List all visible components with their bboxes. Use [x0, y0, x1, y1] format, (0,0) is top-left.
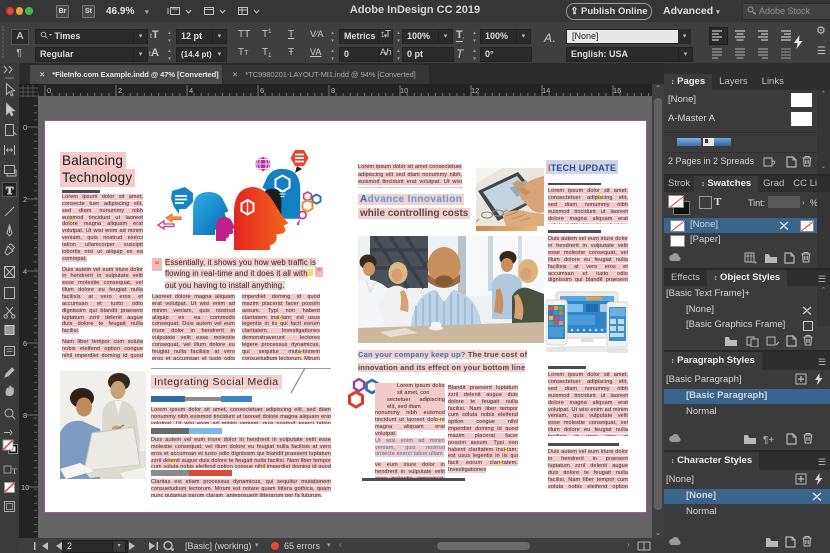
svg-text:8: 8 — [23, 411, 27, 420]
svg-text:8: 8 — [331, 86, 335, 95]
svg-text:¶+: ¶+ — [763, 435, 774, 445]
svg-text:T: T — [6, 185, 14, 197]
svg-text:10: 10 — [21, 483, 29, 492]
svg-text:0: 0 — [47, 86, 51, 95]
svg-text:2: 2 — [23, 195, 27, 204]
svg-text:6: 6 — [23, 339, 27, 348]
svg-text:T: T — [12, 467, 17, 476]
svg-text:4: 4 — [23, 267, 27, 276]
svg-text:14: 14 — [542, 86, 550, 95]
svg-text:0: 0 — [23, 123, 27, 132]
svg-text:10: 10 — [400, 86, 408, 95]
svg-text:16: 16 — [613, 86, 621, 95]
svg-text:4: 4 — [189, 86, 193, 95]
svg-text:6: 6 — [260, 86, 264, 95]
svg-text:12: 12 — [471, 86, 479, 95]
svg-text:2: 2 — [118, 86, 122, 95]
